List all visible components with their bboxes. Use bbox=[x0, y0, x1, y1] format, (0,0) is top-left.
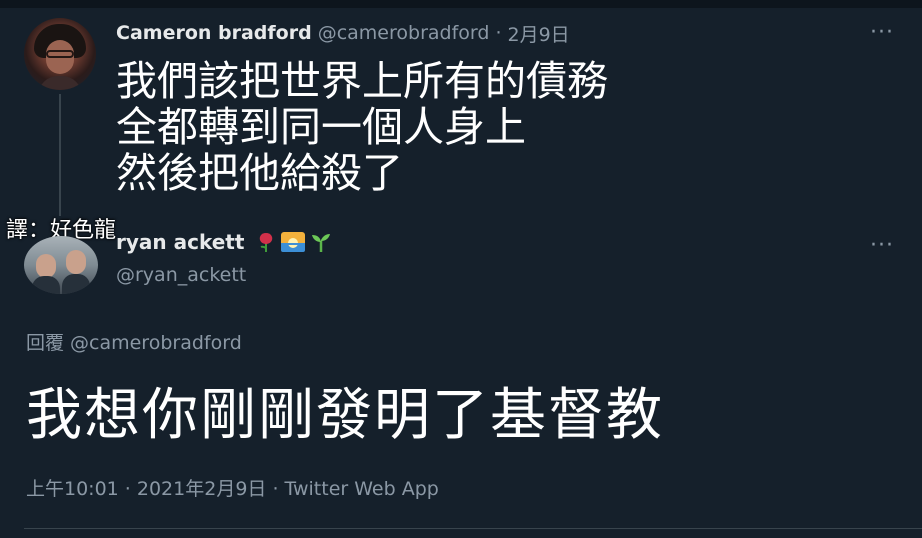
divider bbox=[24, 528, 922, 529]
tweet1-header: Cameron bradford @camerobradford · 2月9日 bbox=[116, 20, 570, 46]
tweet1-text-line: 全都轉到同一個人身上 bbox=[116, 103, 526, 151]
avatar-person-face bbox=[36, 254, 56, 278]
avatar-cameron[interactable] bbox=[24, 18, 96, 90]
tweet1-text-line: 然後把他給殺了 bbox=[116, 149, 403, 197]
reply-label: 回覆 bbox=[26, 332, 65, 354]
tweet2-text: 我想你剛剛發明了基督教 bbox=[26, 383, 664, 448]
avatar-shirt bbox=[38, 76, 82, 90]
sunrise-icon bbox=[281, 232, 306, 252]
avatar-person-body bbox=[62, 274, 90, 294]
tweet2-timestamp-source[interactable]: 上午10:01 · 2021年2月9日 · Twitter Web App bbox=[26, 474, 439, 501]
reply-mention-link[interactable]: @camerobradford bbox=[70, 332, 242, 354]
avatar-person-body bbox=[32, 276, 60, 294]
rose-icon bbox=[260, 233, 273, 252]
tweet2-author-name[interactable]: ryan ackett bbox=[116, 230, 244, 254]
tweet1-author-name[interactable]: Cameron bradford bbox=[116, 22, 312, 44]
tweet1-date[interactable]: 2月9日 bbox=[507, 20, 569, 47]
tweet2-more-options-icon[interactable]: ··· bbox=[870, 233, 894, 258]
tweet1-separator: · bbox=[495, 22, 502, 44]
avatar-ryan[interactable] bbox=[24, 236, 98, 294]
tweet1-text: 我們該把世界上所有的債務 全都轉到同一個人身上 然後把他給殺了 bbox=[116, 58, 716, 196]
top-edge bbox=[0, 0, 922, 8]
tweet1-text-line: 我們該把世界上所有的債務 bbox=[116, 57, 608, 105]
avatar-person-face bbox=[66, 250, 86, 274]
seedling-icon bbox=[312, 234, 331, 252]
thread-connector-line bbox=[59, 94, 61, 216]
avatar-glasses bbox=[46, 50, 74, 58]
tweet2-author-handle[interactable]: @ryan_ackett bbox=[116, 264, 246, 286]
tweet2-name-emojis bbox=[256, 230, 332, 254]
tweet1-author-handle[interactable]: @camerobradford bbox=[318, 22, 490, 44]
reply-context: 回覆 @camerobradford bbox=[26, 328, 242, 355]
tweet2-author-name-row: ryan ackett bbox=[116, 230, 332, 254]
tweet1-more-options-icon[interactable]: ··· bbox=[870, 20, 894, 45]
